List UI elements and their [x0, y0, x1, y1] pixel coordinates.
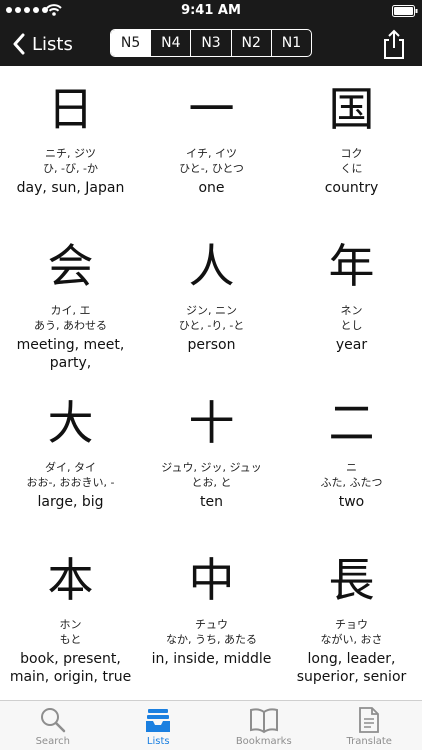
kunyomi-reading: おお-, おおきい, - [26, 476, 115, 489]
document-icon [359, 707, 380, 733]
onyomi-reading: ダイ, タイ [45, 461, 96, 474]
back-button[interactable]: Lists [12, 22, 73, 66]
onyomi-reading: チョウ [335, 618, 368, 631]
kanji-character: 年 [328, 239, 375, 293]
kunyomi-reading: あう, あわせる [34, 319, 107, 332]
kanji-meaning: in, inside, middle [151, 651, 272, 667]
back-label: Lists [32, 33, 73, 55]
kanji-cell[interactable]: 一 イチ, イツ ひと-, ひとつ one [141, 66, 282, 197]
kunyomi-reading: ふた, ふたつ [320, 476, 383, 489]
kanji-meaning: ten [200, 494, 223, 510]
kanji-character: 二 [328, 396, 375, 450]
onyomi-reading: ジン, ニン [186, 304, 237, 317]
kanji-meaning: long, leader, superior, senior [296, 651, 407, 685]
kunyomi-reading: もと [59, 633, 82, 646]
kanji-character: 長 [328, 553, 375, 607]
tray-icon [146, 709, 171, 732]
book-icon [249, 708, 278, 734]
kanji-cell[interactable]: 人 ジン, ニン ひと, -り, -と person [141, 223, 282, 354]
kanji-cell[interactable]: 本 ホン もと book, present, main, origin, tru… [0, 537, 141, 686]
navigation-bar: Lists N5 N4 N3 N2 N1 [0, 22, 422, 66]
onyomi-reading: チュウ [195, 618, 228, 631]
level-tab-n5[interactable]: N5 [111, 30, 151, 56]
kunyomi-reading: なか, うち, あたる [166, 633, 257, 646]
kanji-character: 会 [47, 239, 94, 293]
kanji-meaning: day, sun, Japan [16, 180, 125, 196]
status-time: 9:41 AM [181, 3, 241, 18]
kanji-cell[interactable]: 大 ダイ, タイ おお-, おおきい, - large, big [0, 380, 141, 511]
battery-icon [392, 5, 418, 17]
kanji-character: 本 [47, 553, 94, 607]
kanji-character: 日 [47, 82, 94, 136]
kanji-character: 十 [188, 396, 235, 450]
onyomi-reading: ジュウ, ジッ, ジュッ [161, 461, 262, 474]
level-tab-n2[interactable]: N2 [230, 30, 271, 56]
onyomi-reading: ニチ, ジツ [45, 147, 96, 160]
kanji-character: 中 [188, 553, 235, 607]
kanji-cell[interactable]: 会 カイ, エ あう, あわせる meeting, meet, party, [0, 223, 141, 372]
kanji-cell[interactable]: 二 ニ ふた, ふたつ two [281, 380, 422, 511]
onyomi-reading: ホン [59, 618, 82, 631]
onyomi-reading: コク [340, 147, 363, 160]
kanji-cell[interactable]: 年 ネン とし year [281, 223, 422, 354]
kanji-character: 国 [328, 82, 375, 136]
kunyomi-reading: くに [340, 162, 363, 175]
kanji-meaning: year [335, 337, 368, 353]
kunyomi-reading: とお, と [191, 476, 232, 489]
kunyomi-reading: ひと-, ひとつ [179, 162, 244, 175]
level-tab-n4[interactable]: N4 [150, 30, 190, 56]
level-tab-n3[interactable]: N3 [190, 30, 230, 56]
kanji-cell[interactable]: 国 コク くに country [281, 66, 422, 197]
kanji-cell[interactable]: 十 ジュウ, ジッ, ジュッ とお, と ten [141, 380, 282, 511]
kanji-meaning: one [198, 180, 225, 196]
tab-lists-label: Lists [146, 736, 170, 747]
onyomi-reading: カイ, エ [50, 304, 91, 317]
kunyomi-reading: ひ, -び, -か [43, 162, 98, 175]
kanji-cell[interactable]: 長 チョウ ながい, おさ long, leader, superior, se… [281, 537, 422, 686]
kanji-character: 大 [47, 396, 94, 450]
share-button[interactable] [380, 28, 408, 60]
kanji-character: 一 [188, 82, 235, 136]
kunyomi-reading: ひと, -り, -と [178, 319, 245, 332]
chevron-left-icon [13, 33, 25, 55]
jlpt-level-selector: N5 N4 N3 N2 N1 [110, 29, 312, 57]
magnifier-icon [40, 708, 65, 733]
kanji-meaning: country [324, 180, 379, 196]
tab-bar: Search Lists Bookmarks Translate [0, 700, 422, 750]
level-tab-n1[interactable]: N1 [270, 30, 311, 56]
tab-bookmarks[interactable]: Bookmarks [211, 701, 317, 750]
kanji-meaning: book, present, main, origin, true [9, 651, 132, 685]
kanji-cell[interactable]: 日 ニチ, ジツ ひ, -び, -か day, sun, Japan [0, 66, 141, 197]
onyomi-reading: イチ, イツ [186, 147, 237, 160]
tab-translate[interactable]: Translate [317, 701, 422, 750]
kunyomi-reading: ながい, おさ [320, 633, 383, 646]
kanji-meaning: two [338, 494, 365, 510]
tab-bookmarks-label: Bookmarks [235, 736, 292, 747]
tab-translate-label: Translate [346, 736, 392, 747]
tab-search-label: Search [35, 736, 70, 747]
tab-search[interactable]: Search [0, 701, 106, 750]
tab-lists[interactable]: Lists [106, 701, 212, 750]
kunyomi-reading: とし [340, 319, 363, 332]
kanji-meaning: meeting, meet, party, [16, 337, 125, 371]
kanji-cell[interactable]: 中 チュウ なか, うち, あたる in, inside, middle [141, 537, 282, 668]
onyomi-reading: ネン [340, 304, 363, 317]
kanji-grid: 日 ニチ, ジツ ひ, -び, -か day, sun, Japan 一 イチ,… [0, 66, 422, 700]
share-icon [384, 29, 404, 59]
kanji-meaning: person [187, 337, 236, 353]
status-bar: 9:41 AM [0, 0, 422, 22]
kanji-meaning: large, big [37, 494, 104, 510]
onyomi-reading: ニ [346, 461, 357, 474]
kanji-character: 人 [188, 239, 235, 293]
